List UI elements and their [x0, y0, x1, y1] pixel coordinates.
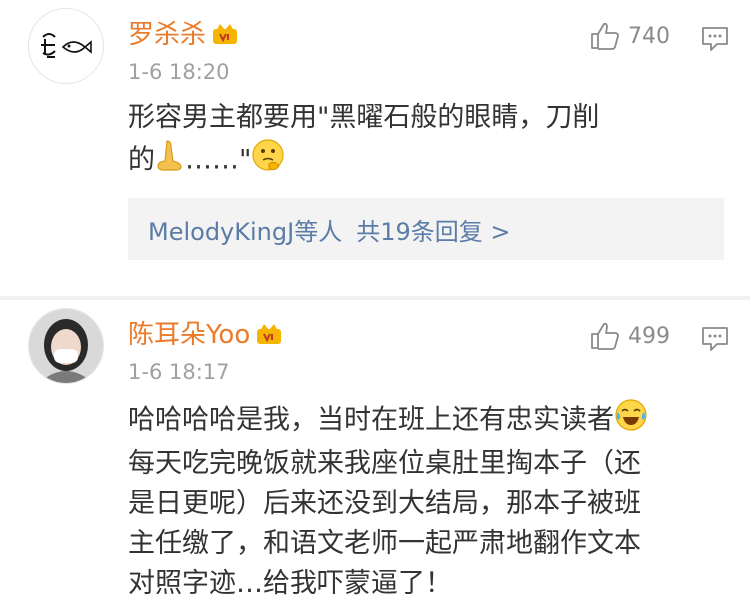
comment-text-fragment: ……": [185, 144, 252, 176]
avatar-calligraphy-image: [29, 9, 103, 83]
comment-text-line: 形容男主都要用"黑曜石般的眼睛，刀削: [128, 102, 600, 133]
comment-text-line: 主任缴了，和语文老师一起严肃地翻作文本: [128, 528, 641, 559]
vip-crown-icon: [212, 22, 238, 44]
avatar-photo-image: [29, 309, 103, 383]
username[interactable]: 陈耳朵Yoo: [128, 314, 282, 351]
username[interactable]: 罗杀杀: [128, 14, 238, 51]
comment-text-line: 是日更呢）后来还没到大结局，那本子被班: [128, 488, 641, 519]
comment-reply-icon[interactable]: [700, 24, 730, 54]
comment-text-line: 哈哈哈哈是我，当时在班上还有忠实读者: [128, 398, 713, 444]
comment-text-line: 的 ……": [128, 138, 708, 184]
timestamp: 1-6 18:20: [128, 60, 230, 84]
avatar[interactable]: [28, 308, 104, 384]
like-button[interactable]: 740: [590, 22, 670, 50]
username-text[interactable]: 罗杀杀: [128, 14, 206, 51]
comment-text: 哈哈哈哈是我，当时在班上还有忠实读者 每天吃完晚饭就来我座位桌肚里掏本子（还 是…: [128, 398, 713, 604]
comment-text-line: 对照字迹…给我吓蒙逼了！: [128, 568, 452, 599]
replies-count-link[interactable]: 共19条回复 >: [356, 212, 510, 247]
laughing-tears-emoji-icon: [614, 398, 648, 444]
comment-text-line: 每天吃完晚饭就来我座位桌肚里掏本子（还: [128, 448, 641, 479]
timestamp: 1-6 18:17: [128, 360, 230, 384]
comment-item: 罗杀杀 1-6 18:20 740 形容男主都要用"黑曜石般的眼睛，刀削 的 ………: [0, 0, 750, 300]
thinking-emoji-icon: [251, 138, 285, 184]
replies-summary[interactable]: MelodyKingJ等人 共19条回复 >: [128, 198, 724, 260]
replies-users[interactable]: MelodyKingJ等人: [148, 212, 342, 247]
comment-text-fragment: 哈哈哈哈是我，当时在班上还有忠实读者: [128, 404, 614, 436]
like-button[interactable]: 499: [590, 322, 670, 350]
comment-text-fragment: 的: [128, 144, 155, 176]
username-text[interactable]: 陈耳朵Yoo: [128, 314, 250, 351]
comment-text: 形容男主都要用"黑曜石般的眼睛，刀削 的 ……": [128, 98, 708, 184]
avatar[interactable]: [28, 8, 104, 84]
nose-emoji-icon: [155, 139, 185, 183]
thumbs-up-icon: [591, 322, 619, 350]
vip-crown-icon: [256, 322, 282, 344]
thumbs-up-icon: [591, 22, 619, 50]
comment-reply-icon[interactable]: [700, 324, 730, 354]
like-count: 740: [628, 23, 670, 49]
comment-item: 陈耳朵Yoo 1-6 18:17 499 哈哈哈哈是我，当时在班上还有忠实读者 …: [0, 300, 750, 608]
like-count: 499: [628, 323, 670, 349]
